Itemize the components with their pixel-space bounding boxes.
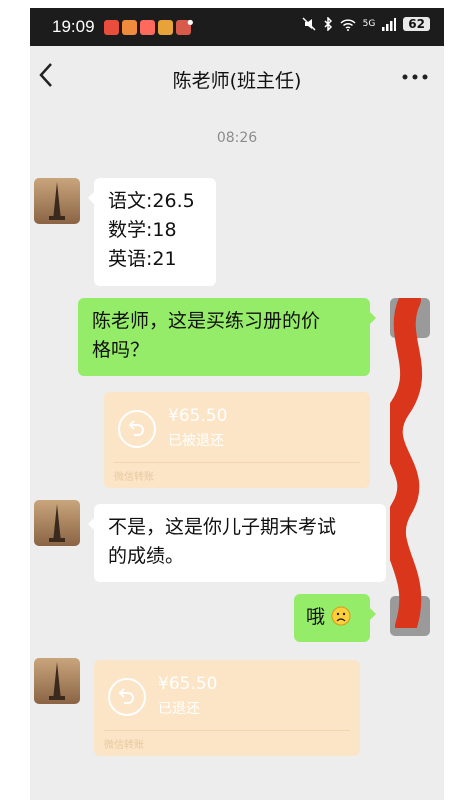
- teacher-avatar[interactable]: [34, 178, 80, 224]
- message-timestamp: 08:26: [216, 130, 258, 146]
- transfer-label: 微信转账: [104, 740, 144, 751]
- message-text-line: 英语:21: [108, 248, 177, 270]
- status-time: 19:09: [52, 17, 95, 36]
- mute-icon: [302, 17, 316, 31]
- teacher-avatar[interactable]: [34, 500, 80, 546]
- app-notification-icon: [122, 20, 137, 35]
- battery-level: 62: [403, 17, 430, 31]
- app-notification-icon: [104, 20, 119, 35]
- teacher-avatar[interactable]: [34, 658, 80, 704]
- status-indicators: 5G 62: [302, 17, 430, 31]
- transfer-label: 微信转账: [114, 472, 154, 483]
- transfer-divider: [104, 730, 350, 731]
- signal-icon: [382, 17, 397, 31]
- status-bar: 19:09 • 5G 62: [30, 8, 444, 46]
- transfer-card[interactable]: ¥65.50 已被退还 微信转账: [104, 392, 370, 488]
- app-notification-icon: [140, 20, 155, 35]
- message-bubble[interactable]: 语文:26.5 数学:18 英语:21: [88, 178, 216, 286]
- transfer-divider: [114, 462, 360, 463]
- message-bubble[interactable]: 不是，这是你儿子期末考试 的成绩。: [88, 504, 386, 582]
- phone-screen: 19:09 • 5G 62 陈老师(班主任) 08:26 语文:26.5 数学:…: [30, 8, 444, 800]
- refund-arrow-icon: [108, 678, 146, 716]
- bluetooth-icon: [324, 17, 332, 31]
- more-notifications-dot: •: [185, 13, 196, 34]
- refund-arrow-icon: [118, 410, 156, 448]
- transfer-card[interactable]: ¥65.50 已退还 微信转账: [94, 660, 360, 756]
- notification-icons: [104, 20, 191, 35]
- redaction-scribble: [390, 298, 423, 628]
- transfer-status: 已被退还: [168, 433, 224, 449]
- network-type: 5G: [362, 19, 376, 29]
- transfer-amount: ¥65.50: [158, 674, 218, 694]
- wifi-icon: [340, 18, 356, 31]
- message-bubble[interactable]: 哦: [294, 594, 376, 642]
- transfer-status: 已退还: [158, 701, 200, 717]
- message-text-line: 不是，这是你儿子期末考试: [108, 516, 337, 538]
- message-text-line: 格吗？: [92, 339, 150, 361]
- transfer-amount: ¥65.50: [168, 406, 228, 426]
- app-notification-icon: [158, 20, 173, 35]
- chat-title: 陈老师(班主任): [172, 70, 302, 92]
- message-text-line: 陈老师，这是买练习册的价: [92, 310, 321, 332]
- message-text-line: 哦: [306, 603, 358, 632]
- more-horizontal-icon[interactable]: [402, 58, 428, 88]
- message-text: 哦: [306, 606, 326, 628]
- chat-header: 陈老师(班主任): [30, 46, 444, 110]
- message-bubble[interactable]: 陈老师，这是买练习册的价 格吗？: [78, 298, 376, 376]
- sad-face-icon: [331, 606, 351, 626]
- message-text-line: 的成绩。: [108, 545, 185, 567]
- message-text-line: 语文:26.5: [108, 190, 195, 212]
- message-text-line: 数学:18: [108, 219, 177, 241]
